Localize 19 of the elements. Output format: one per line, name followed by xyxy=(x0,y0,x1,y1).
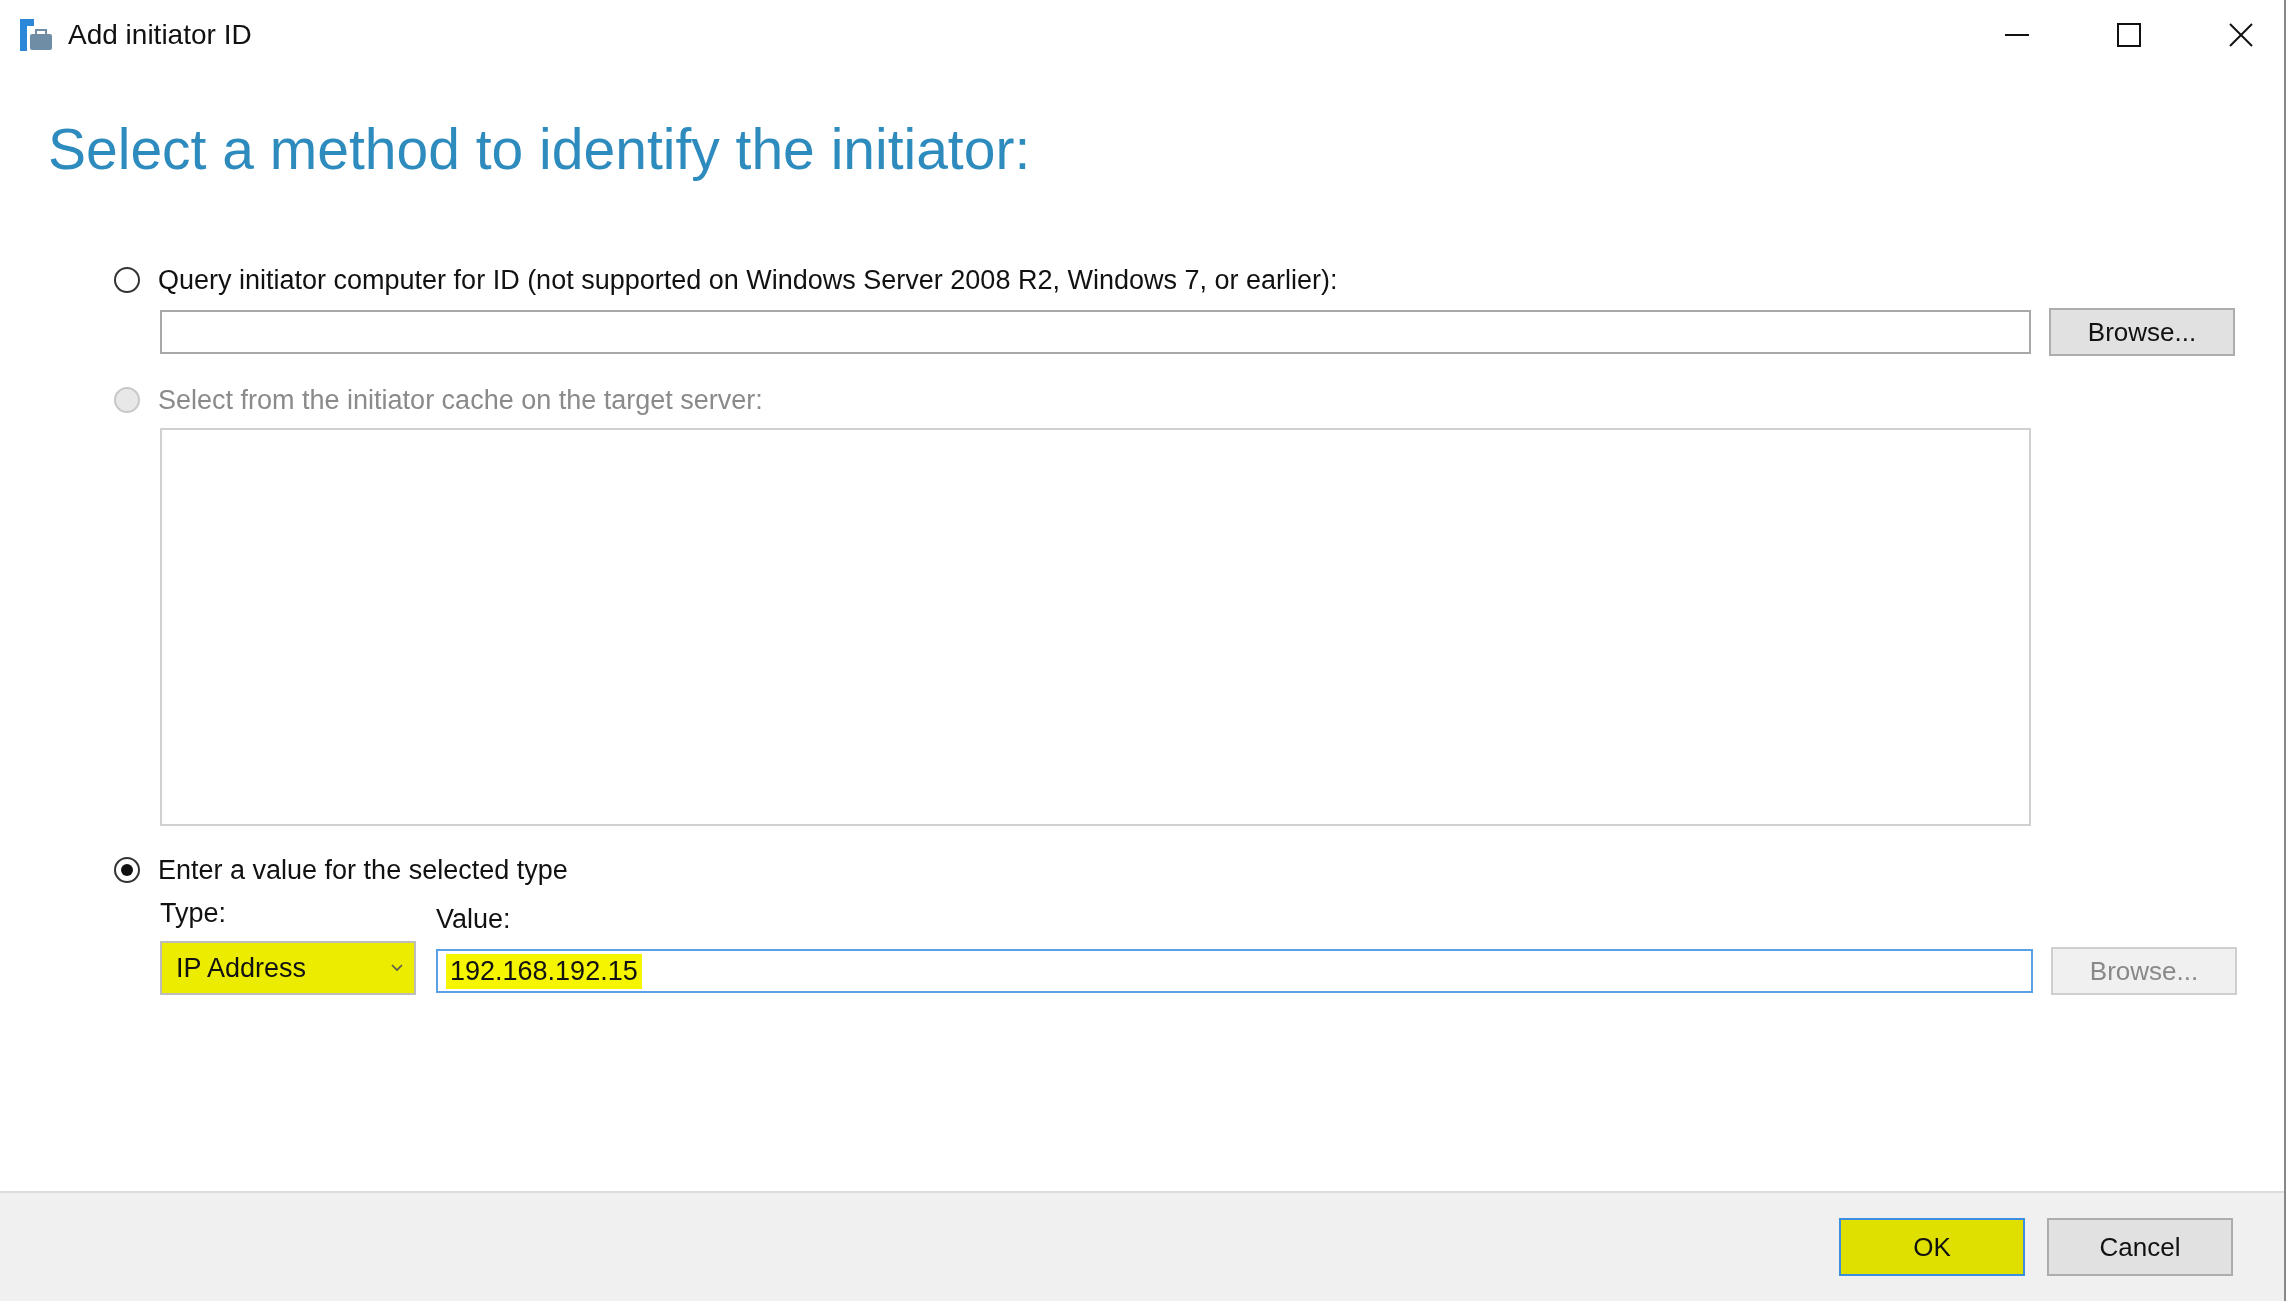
maximize-icon[interactable] xyxy=(2116,22,2142,48)
window-title: Add initiator ID xyxy=(68,19,252,51)
option-label: Select from the initiator cache on the target server: xyxy=(158,384,763,416)
option-label: Enter a value for the selected type xyxy=(158,854,568,886)
dialog-heading: Select a method to identify the initiator: xyxy=(48,116,1032,182)
dialog-button[interactable]: OK xyxy=(1839,1218,2025,1276)
radio-button[interactable] xyxy=(114,857,140,883)
radio-button[interactable] xyxy=(114,267,140,293)
value-input-field[interactable]: 192.168.192.15 xyxy=(436,949,2033,993)
value-label: Value: xyxy=(436,904,512,935)
type-label: Type: xyxy=(160,898,228,929)
chevron-down-icon xyxy=(390,963,404,973)
app-icon xyxy=(18,17,54,53)
dialog-button[interactable]: Cancel xyxy=(2047,1218,2233,1276)
browse-button[interactable]: Browse... xyxy=(2049,308,2235,356)
close-icon[interactable] xyxy=(2228,22,2254,48)
type-dropdown[interactable]: IP Address xyxy=(160,941,416,995)
option-label: Query initiator computer for ID (not supported on Windows Server 2008 R2, Windows 7, or earlier): xyxy=(158,264,1338,296)
id-input-field[interactable] xyxy=(160,310,2031,354)
